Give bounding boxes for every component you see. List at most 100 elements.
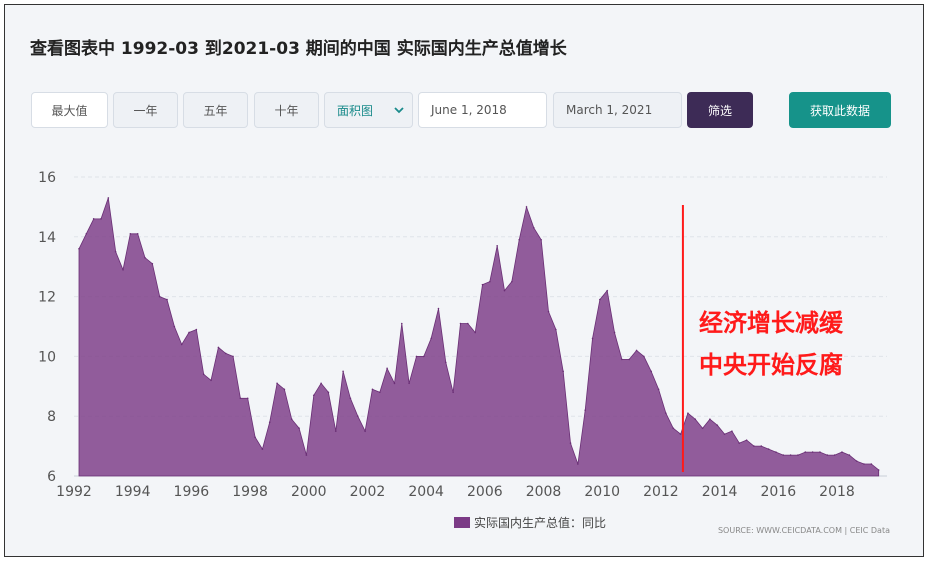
annotation-line-2: 中央开始反腐 xyxy=(699,350,843,379)
x-tick-label: 1992 xyxy=(56,484,92,500)
data-point xyxy=(657,388,660,391)
data-point xyxy=(202,373,205,376)
data-point xyxy=(334,430,337,432)
data-point xyxy=(716,424,719,426)
data-point xyxy=(848,454,851,456)
x-tick-label: 2016 xyxy=(760,484,796,500)
data-point xyxy=(489,280,491,283)
data-point xyxy=(613,331,616,334)
x-tick-label: 2000 xyxy=(291,484,327,500)
data-point xyxy=(738,442,741,444)
area-chart: 6 8 10 12 14 16 1992 1994 1996 1998 2000 2002 2004 20… xyxy=(38,170,887,500)
data-point xyxy=(422,355,425,358)
data-point xyxy=(217,346,220,349)
data-point xyxy=(430,337,432,340)
data-point xyxy=(100,218,102,220)
data-point xyxy=(408,382,410,385)
data-point xyxy=(349,397,352,400)
data-point xyxy=(797,454,799,456)
data-point xyxy=(731,430,733,432)
data-point xyxy=(371,388,374,391)
data-point xyxy=(481,283,484,286)
x-tick-label: 2018 xyxy=(819,484,855,500)
data-point xyxy=(877,469,880,471)
data-point xyxy=(305,454,308,456)
data-point xyxy=(775,451,777,453)
legend-label: 实际国内生产总值：同比 xyxy=(474,516,607,530)
data-point xyxy=(599,298,601,301)
data-point xyxy=(298,427,300,429)
data-point xyxy=(268,421,271,423)
data-point xyxy=(78,247,80,250)
chart-legend[interactable]: 实际国内生产总值：同比 xyxy=(454,514,606,531)
x-tick-label: 1998 xyxy=(232,484,268,500)
data-point xyxy=(312,394,315,397)
data-point xyxy=(628,358,631,361)
x-tick-label: 1994 xyxy=(115,484,151,500)
data-point xyxy=(760,445,763,447)
x-tick-label: 2012 xyxy=(643,484,679,500)
data-point xyxy=(415,355,418,358)
data-point xyxy=(511,280,513,283)
data-point xyxy=(789,454,792,456)
legend-swatch xyxy=(454,517,470,528)
data-point xyxy=(701,427,704,429)
data-point xyxy=(811,451,814,453)
data-point xyxy=(555,328,557,331)
data-point xyxy=(474,331,476,334)
y-tick-label: 10 xyxy=(38,349,56,365)
x-tick-label: 2008 xyxy=(526,484,562,500)
data-point xyxy=(232,355,234,358)
data-point xyxy=(826,454,829,456)
data-point xyxy=(870,463,873,465)
data-point xyxy=(621,358,623,361)
x-tick-label: 2010 xyxy=(584,484,620,500)
data-point xyxy=(188,331,190,334)
data-point xyxy=(459,322,462,325)
x-tick-label: 2006 xyxy=(467,484,503,500)
data-point xyxy=(437,307,440,310)
data-point xyxy=(782,454,785,456)
data-point xyxy=(569,442,572,444)
data-point xyxy=(643,355,645,358)
data-point xyxy=(445,361,447,364)
data-point xyxy=(166,298,168,301)
data-point xyxy=(503,289,506,292)
data-point xyxy=(635,349,638,352)
data-point xyxy=(533,227,535,229)
data-point xyxy=(239,397,242,400)
data-point xyxy=(276,382,278,385)
data-point xyxy=(745,439,748,441)
data-point xyxy=(136,233,139,235)
data-point xyxy=(547,310,550,313)
data-point xyxy=(650,370,653,373)
data-point xyxy=(606,289,609,292)
x-tick-label: 2002 xyxy=(350,484,386,500)
data-point xyxy=(151,262,154,265)
data-point xyxy=(327,391,330,394)
data-point xyxy=(496,244,498,247)
data-point xyxy=(679,433,682,435)
data-point xyxy=(855,460,858,462)
data-point xyxy=(107,197,110,199)
data-point xyxy=(540,238,542,241)
data-point xyxy=(665,412,667,415)
data-point xyxy=(283,388,286,391)
data-point xyxy=(562,370,564,373)
x-tick-label: 2014 xyxy=(702,484,738,500)
data-point xyxy=(591,337,594,340)
data-point xyxy=(863,463,865,465)
data-point xyxy=(386,367,388,370)
data-point xyxy=(687,412,689,415)
data-point xyxy=(753,445,755,447)
data-point xyxy=(92,218,95,220)
data-point xyxy=(173,325,176,328)
data-point xyxy=(180,343,183,346)
data-point xyxy=(694,418,697,420)
data-point xyxy=(364,430,366,432)
data-point xyxy=(723,433,726,435)
data-point xyxy=(400,322,403,325)
data-point xyxy=(378,391,381,394)
data-point xyxy=(819,451,821,453)
data-point xyxy=(467,322,469,325)
